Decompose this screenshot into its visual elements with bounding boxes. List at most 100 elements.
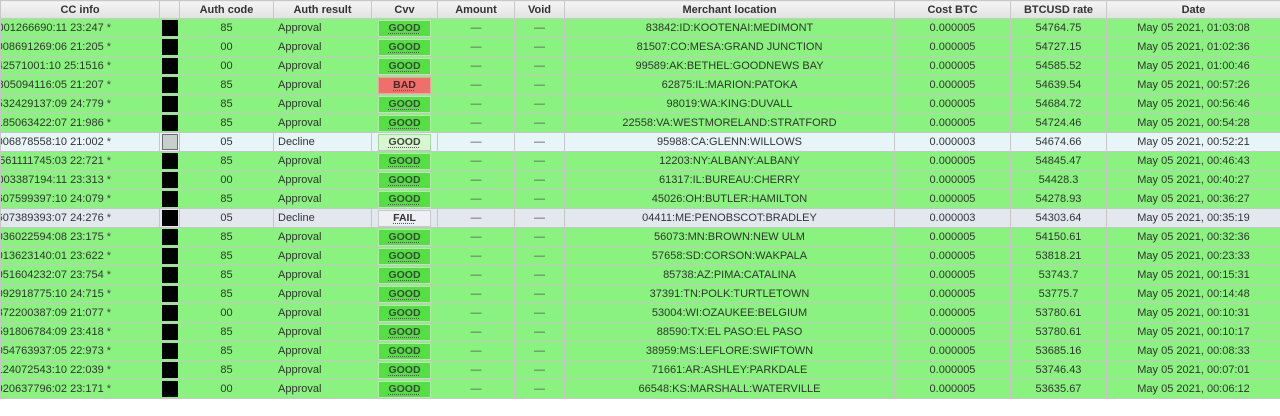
star-marker[interactable]: * [107, 98, 111, 110]
star-marker[interactable]: * [107, 250, 111, 262]
row-select-box[interactable] [161, 39, 178, 55]
star-marker[interactable]: * [107, 364, 111, 376]
row-select-cell[interactable] [159, 189, 180, 209]
cvv-status-badge[interactable]: GOOD [378, 171, 431, 189]
star-marker[interactable]: * [107, 41, 111, 53]
table-row[interactable]: 0607599397:10 24:079 * 85 Approval GOOD — —450… [0, 189, 1280, 209]
cvv-status-badge[interactable]: GOOD [378, 361, 431, 379]
table-row[interactable]: 8842571001:10 25:1516*00ApprovalGOOD——99… [0, 56, 1280, 76]
col-header-void[interactable]: Void [514, 0, 565, 19]
table-row[interactable]: 0008691269:06 21:205 * 00 Approval GOOD — —815… [0, 37, 1280, 57]
cvv-status-badge[interactable]: GOOD [378, 285, 431, 303]
table-row[interactable]: 2591806784:09 23:418 * 85 Approval GOOD — —885… [0, 322, 1280, 342]
row-select-cell[interactable] [159, 56, 180, 76]
cvv-status-badge[interactable]: GOOD [378, 247, 431, 265]
table-row[interactable]: 0001266690:11 23:247 * 85 Approval GOOD — —838… [0, 18, 1280, 38]
table-row[interactable]: 0561111745:03 22:721 * 85 Approval GOOD — —122… [0, 151, 1280, 171]
row-select-cell[interactable] [159, 379, 180, 399]
table-row[interactable]: 8051604232:07 23:754 * 85 Approval GOOD — —857… [0, 265, 1280, 285]
cvv-status-badge[interactable]: GOOD [378, 323, 431, 341]
row-select-box[interactable] [161, 381, 178, 397]
col-header-cvv[interactable]: Cvv [371, 0, 438, 19]
col-header-auth-code[interactable]: Auth code [179, 0, 274, 19]
row-select-cell[interactable] [159, 75, 180, 95]
col-header-cc-info[interactable]: CC info [0, 0, 160, 19]
row-select-box[interactable] [161, 172, 178, 188]
cvv-status-badge[interactable]: GOOD [378, 190, 431, 208]
cvv-status-badge[interactable]: GOOD [378, 133, 431, 151]
table-row[interactable]: 6532429137:09 24:779 * 85 Approval GOOD — —980… [0, 94, 1280, 114]
cvv-status-badge[interactable]: GOOD [378, 114, 431, 132]
row-select-box[interactable] [161, 324, 178, 340]
cvv-status-badge[interactable]: FAIL [378, 209, 431, 227]
cvv-status-badge[interactable]: GOOD [378, 19, 431, 37]
table-row[interactable]: 4805094116:05 21:207 * 85 Approval BAD — —6287… [0, 75, 1280, 95]
star-marker[interactable]: * [107, 326, 111, 338]
row-select-box[interactable] [161, 229, 178, 245]
cvv-status-badge[interactable]: GOOD [378, 304, 431, 322]
star-marker[interactable]: * [107, 307, 111, 319]
col-header-amount[interactable]: Amount [437, 0, 515, 19]
table-row[interactable]: 0607389393:07 24:276 * 05 Decline FAIL — —0441… [0, 208, 1280, 228]
col-header-btcusd-rate[interactable]: BTCUSD rate [1010, 0, 1107, 19]
cvv-status-badge[interactable]: BAD [378, 76, 431, 94]
row-select-box[interactable] [161, 77, 178, 93]
row-select-box[interactable] [161, 267, 178, 283]
table-row[interactable]: 5872200387:09 21:077 * 00 Approval GOOD — —530… [0, 303, 1280, 323]
star-marker[interactable]: * [107, 193, 111, 205]
row-select-box[interactable] [161, 153, 178, 169]
row-select-cell[interactable] [159, 284, 180, 304]
row-select-cell[interactable] [159, 246, 180, 266]
row-select-cell[interactable] [159, 18, 180, 38]
star-marker[interactable]: * [107, 155, 111, 167]
row-select-cell[interactable] [159, 322, 180, 342]
cvv-status-badge[interactable]: GOOD [378, 228, 431, 246]
cvv-status-badge[interactable]: GOOD [378, 266, 431, 284]
star-marker[interactable]: * [107, 117, 111, 129]
row-select-box[interactable] [161, 286, 178, 302]
table-row[interactable]: 0124072543:10 22:039 * 85 Approval GOOD — —716… [0, 360, 1280, 380]
table-row[interactable]: 0013623140:01 23:622 * 85 Approval GOOD — —576… [0, 246, 1280, 266]
col-header-auth-result[interactable]: Auth result [273, 0, 372, 19]
star-marker[interactable]: * [107, 383, 111, 395]
row-select-cell[interactable] [159, 341, 180, 361]
star-marker[interactable]: * [107, 212, 111, 224]
cvv-status-badge[interactable]: GOOD [378, 152, 431, 170]
row-select-cell[interactable] [159, 151, 180, 171]
cvv-status-badge[interactable]: GOOD [378, 57, 431, 75]
star-marker[interactable]: * [107, 60, 111, 72]
row-select-box[interactable] [161, 343, 178, 359]
row-select-box[interactable] [161, 96, 178, 112]
cvv-status-badge[interactable]: GOOD [378, 38, 431, 56]
row-select-box[interactable] [161, 134, 178, 150]
row-select-cell[interactable] [159, 113, 180, 133]
row-select-cell[interactable] [159, 303, 180, 323]
row-select-box[interactable] [161, 210, 178, 226]
col-header-date[interactable]: Date [1106, 0, 1280, 19]
row-select-box[interactable] [161, 248, 178, 264]
table-row[interactable]: 0054763937:05 22:973 * 85 Approval GOOD — —389… [0, 341, 1280, 361]
star-marker[interactable]: * [107, 136, 111, 148]
row-select-box[interactable] [161, 191, 178, 207]
row-select-cell[interactable] [159, 37, 180, 57]
row-select-cell[interactable] [159, 132, 180, 152]
cvv-status-badge[interactable]: GOOD [378, 95, 431, 113]
cvv-status-badge[interactable]: GOOD [378, 342, 431, 360]
row-select-cell[interactable] [159, 94, 180, 114]
star-marker[interactable]: * [107, 231, 111, 243]
table-row[interactable]: 1185063422:07 21:986 * 85 Approval GOOD — —225… [0, 113, 1280, 133]
star-marker[interactable]: * [107, 269, 111, 281]
col-header-merchant-location[interactable]: Merchant location [564, 0, 895, 19]
cvv-status-badge[interactable]: GOOD [378, 380, 431, 398]
table-row[interactable]: 0006878558:10 21:002 * 05 Decline GOOD — —9598… [0, 132, 1280, 152]
table-row[interactable]: 0036022594:08 23:175 * 85 Approval GOOD — —560… [0, 227, 1280, 247]
row-select-box[interactable] [161, 115, 178, 131]
star-marker[interactable]: * [107, 288, 111, 300]
row-select-cell[interactable] [159, 265, 180, 285]
row-select-box[interactable] [161, 305, 178, 321]
row-select-box[interactable] [161, 20, 178, 36]
star-marker[interactable]: * [107, 22, 111, 34]
row-select-box[interactable] [161, 362, 178, 378]
row-select-cell[interactable] [159, 170, 180, 190]
row-select-box[interactable] [161, 58, 178, 74]
